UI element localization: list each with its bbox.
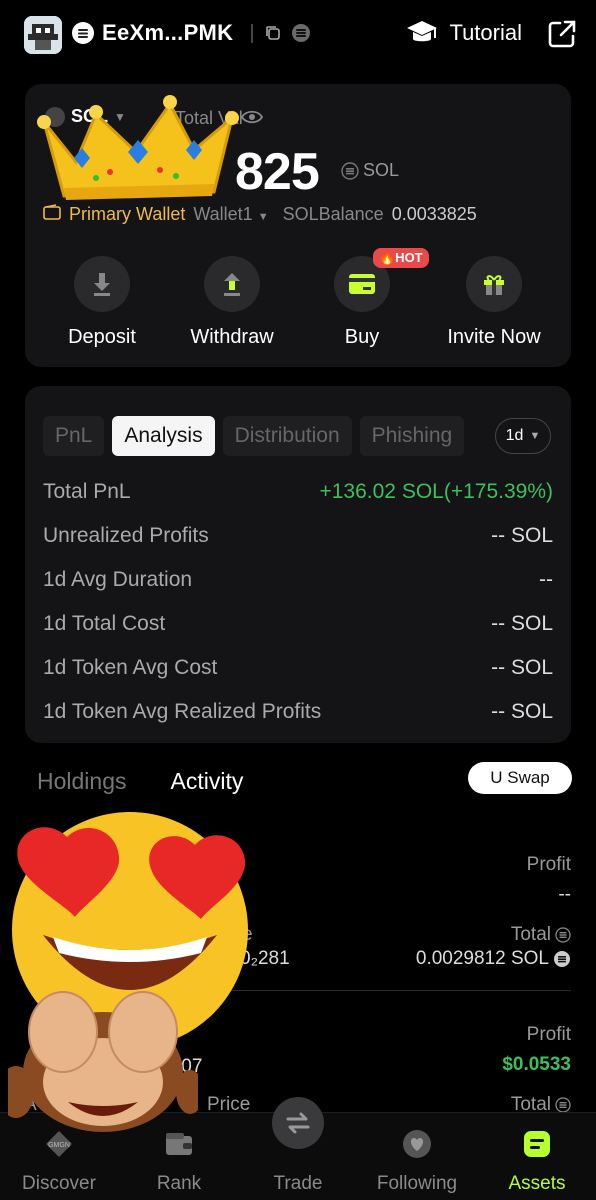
sol-balance-value: 0.0033825 <box>391 204 477 224</box>
hot-badge: 🔥HOT <box>373 248 429 268</box>
total-value-wrap: 0.0029812 SOL <box>416 948 571 970</box>
nav-following[interactable]: Following <box>362 1129 472 1195</box>
nav-trade[interactable]: Trade <box>243 1129 353 1195</box>
assets-icon <box>521 1129 553 1159</box>
stat-row-total-pnl: Total PnL +136.02 SOL(+175.39%) <box>43 480 553 504</box>
stat-label: Unrealized Profits <box>43 524 209 547</box>
nav-assets[interactable]: Assets <box>482 1129 592 1195</box>
stat-row-avg-realized-profits: 1d Token Avg Realized Profits -- SOL <box>43 700 553 724</box>
solana-coin-icon <box>555 927 571 943</box>
tab-phishing[interactable]: Phishing <box>359 416 465 456</box>
solana-icon <box>72 22 94 44</box>
solana-coin-icon <box>555 1097 571 1113</box>
tutorial-button[interactable]: Tutorial <box>405 18 522 48</box>
balance-unit: SOL <box>341 160 399 181</box>
period-selector[interactable]: 1d ▼ <box>495 418 551 454</box>
stat-value: -- SOL <box>491 700 553 723</box>
withdraw-icon <box>204 256 260 312</box>
stat-row-avg-duration: 1d Avg Duration -- <box>43 568 553 592</box>
stat-value: +136.02 SOL(+175.39%) <box>319 480 553 503</box>
stat-label: Total PnL <box>43 480 131 503</box>
header-separator: | <box>249 21 255 44</box>
nav-label: Discover <box>22 1173 96 1194</box>
nav-label: Following <box>376 1173 458 1194</box>
stat-label: 1d Token Avg Realized Profits <box>43 700 322 723</box>
tab-analysis[interactable]: Analysis <box>112 416 215 456</box>
total-balance-amount: 825 <box>235 143 320 201</box>
stat-value: -- SOL <box>491 612 553 635</box>
primary-wallet-label: Primary Wallet <box>69 204 186 224</box>
stat-label: 1d Total Cost <box>43 612 166 635</box>
withdraw-label: Withdraw <box>190 326 274 348</box>
wallet-icon <box>43 204 61 225</box>
nav-rank[interactable]: Rank <box>124 1129 234 1195</box>
stat-value: -- <box>539 568 553 591</box>
action-row: Deposit Withdraw Buy 🔥HOT Invite Now <box>25 248 571 356</box>
graduation-cap-icon <box>407 21 438 42</box>
stat-value: -- SOL <box>491 656 553 679</box>
total-value: 0.0029812 SOL <box>415 948 549 969</box>
analysis-card: PnL Analysis Distribution Phishing 1d ▼ … <box>25 386 571 743</box>
nav-discover[interactable]: GMGN Discover <box>4 1129 114 1195</box>
tab-holdings[interactable]: Holdings <box>37 768 127 795</box>
analysis-tabs: PnL Analysis Distribution Phishing <box>43 416 489 458</box>
wallet-icon <box>163 1129 195 1159</box>
stat-value: -- SOL <box>491 524 553 547</box>
wallet-address[interactable]: EeXm...PMK <box>102 20 233 46</box>
gift-icon <box>466 256 522 312</box>
period-label: 1d <box>505 427 524 444</box>
nav-label: Assets <box>508 1173 566 1194</box>
deposit-button[interactable]: Deposit <box>37 256 167 349</box>
stat-label: 1d Token Avg Cost <box>43 656 218 679</box>
profit-value: $0.0533 <box>502 1054 571 1075</box>
tab-activity[interactable]: Activity <box>171 768 244 795</box>
profit-value: -- <box>558 884 571 905</box>
heart-icon <box>401 1129 433 1159</box>
nav-label: Trade <box>273 1173 323 1194</box>
stat-label: 1d Avg Duration <box>43 568 193 591</box>
tab-distribution[interactable]: Distribution <box>222 416 352 456</box>
sol-balance-label: SOLBalance <box>282 204 384 224</box>
wallet-selector-label: Wallet1 <box>193 204 253 224</box>
gmgn-icon: GMGN <box>43 1129 75 1159</box>
list-tabs: Holdings Activity <box>37 768 243 795</box>
withdraw-button[interactable]: Withdraw <box>167 256 297 349</box>
profit-label: Profit <box>526 854 571 875</box>
stat-row-unrealized-profits: Unrealized Profits -- SOL <box>43 524 553 548</box>
solana-coin-icon <box>341 161 359 180</box>
solana-coin-icon <box>554 951 570 967</box>
solana-coin-icon[interactable] <box>291 23 311 43</box>
nav-label: Rank <box>156 1173 202 1194</box>
buy-button[interactable]: Buy <box>297 256 427 349</box>
buy-label: Buy <box>344 326 380 348</box>
chevron-down-icon: ▼ <box>529 430 541 442</box>
copy-icon[interactable] <box>263 23 283 43</box>
chevron-down-icon: ▼ <box>257 211 269 223</box>
balance-unit-label: SOL <box>363 160 400 180</box>
wallet-row: Primary Wallet Wallet1 ▼ SOLBalance 0.00… <box>43 204 477 225</box>
crown-sticker <box>37 95 239 200</box>
total-label-wrap: Total <box>511 924 571 946</box>
wallet-selector[interactable]: Wallet1 ▼ <box>193 204 268 225</box>
stat-row-total-cost: 1d Total Cost -- SOL <box>43 612 553 636</box>
stat-row-token-avg-cost: 1d Token Avg Cost -- SOL <box>43 656 553 680</box>
see-no-evil-monkey-sticker <box>8 991 198 1132</box>
eye-icon[interactable] <box>240 108 264 126</box>
external-link-icon[interactable] <box>546 18 578 50</box>
tutorial-label: Tutorial <box>449 20 522 45</box>
tab-pnl[interactable]: PnL <box>43 416 105 456</box>
deposit-label: Deposit <box>68 326 136 348</box>
avatar[interactable] <box>24 16 62 54</box>
profit-label: Profit <box>526 1024 571 1045</box>
invite-now-label: Invite Now <box>447 326 541 348</box>
total-label: Total <box>510 924 551 945</box>
svg-text:GMGN: GMGN <box>48 1142 70 1149</box>
u-swap-button[interactable]: U Swap <box>468 762 572 794</box>
deposit-icon <box>74 256 130 312</box>
invite-now-button[interactable]: Invite Now <box>429 256 559 349</box>
top-bar: EeXm...PMK | Tutorial <box>0 0 596 72</box>
